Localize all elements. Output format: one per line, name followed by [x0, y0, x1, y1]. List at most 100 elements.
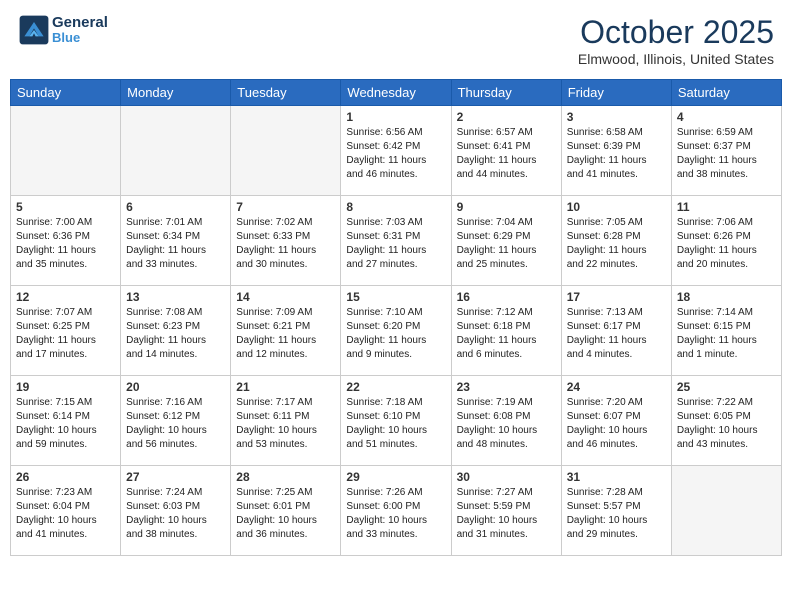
- day-info: Sunrise: 7:17 AMSunset: 6:11 PMDaylight:…: [236, 396, 335, 452]
- day-info: Sunrise: 7:12 AMSunset: 6:18 PMDaylight:…: [457, 306, 556, 362]
- calendar-cell: [11, 106, 121, 196]
- day-number: 24: [567, 380, 666, 394]
- day-number: 10: [567, 200, 666, 214]
- day-number: 5: [16, 200, 115, 214]
- day-info: Sunrise: 7:28 AMSunset: 5:57 PMDaylight:…: [567, 486, 666, 542]
- day-info: Sunrise: 6:59 AMSunset: 6:37 PMDaylight:…: [677, 126, 776, 182]
- day-number: 31: [567, 470, 666, 484]
- day-number: 27: [126, 470, 225, 484]
- calendar: SundayMondayTuesdayWednesdayThursdayFrid…: [10, 79, 782, 556]
- calendar-cell: 10 Sunrise: 7:05 AMSunset: 6:28 PMDayligh…: [561, 196, 671, 286]
- day-info: Sunrise: 7:01 AMSunset: 6:34 PMDaylight:…: [126, 216, 225, 272]
- week-row-4: 19Sunrise: 7:15 AMSunset: 6:14 PMDayligh…: [11, 376, 782, 466]
- day-number: 8: [346, 200, 445, 214]
- calendar-cell: 5 Sunrise: 7:00 AMSunset: 6:36 PMDaylight…: [11, 196, 121, 286]
- day-info: Sunrise: 7:04 AMSunset: 6:29 PMDaylight:…: [457, 216, 556, 272]
- calendar-cell: 19Sunrise: 7:15 AMSunset: 6:14 PMDayligh…: [11, 376, 121, 466]
- calendar-cell: 26 Sunrise: 7:23 AMSunset: 6:04 PMDayligh…: [11, 466, 121, 556]
- day-info: Sunrise: 7:10 AMSunset: 6:20 PMDaylight:…: [346, 306, 445, 362]
- day-number: 18: [677, 290, 776, 304]
- logo: General Blue: [18, 14, 108, 46]
- day-number: 11: [677, 200, 776, 214]
- calendar-cell: 2 Sunrise: 6:57 AMSunset: 6:41 PMDaylight…: [451, 106, 561, 196]
- day-info: Sunrise: 7:02 AMSunset: 6:33 PMDaylight:…: [236, 216, 335, 272]
- day-number: 1: [346, 110, 445, 124]
- day-info: Sunrise: 7:16 AMSunset: 6:12 PMDaylight:…: [126, 396, 225, 452]
- calendar-cell: 24Sunrise: 7:20 AMSunset: 6:07 PMDayligh…: [561, 376, 671, 466]
- calendar-cell: 23 Sunrise: 7:19 AMSunset: 6:08 PMDayligh…: [451, 376, 561, 466]
- day-number: 13: [126, 290, 225, 304]
- day-number: 16: [457, 290, 556, 304]
- calendar-cell: 25Sunrise: 7:22 AMSunset: 6:05 PMDayligh…: [671, 376, 781, 466]
- calendar-cell: 15 Sunrise: 7:10 AMSunset: 6:20 PMDayligh…: [341, 286, 451, 376]
- day-number: 2: [457, 110, 556, 124]
- day-info: Sunrise: 7:23 AMSunset: 6:04 PMDaylight:…: [16, 486, 115, 542]
- day-info: Sunrise: 7:08 AMSunset: 6:23 PMDaylight:…: [126, 306, 225, 362]
- day-number: 22: [346, 380, 445, 394]
- calendar-cell: 17 Sunrise: 7:13 AMSunset: 6:17 PMDayligh…: [561, 286, 671, 376]
- day-number: 17: [567, 290, 666, 304]
- day-number: 15: [346, 290, 445, 304]
- logo-icon: [18, 14, 50, 46]
- day-info: Sunrise: 7:26 AMSunset: 6:00 PMDaylight:…: [346, 486, 445, 542]
- calendar-cell: 18 Sunrise: 7:14 AMSunset: 6:15 PMDayligh…: [671, 286, 781, 376]
- day-number: 20: [126, 380, 225, 394]
- day-info: Sunrise: 7:03 AMSunset: 6:31 PMDaylight:…: [346, 216, 445, 272]
- day-number: 25: [677, 380, 776, 394]
- weekday-header-wednesday: Wednesday: [341, 80, 451, 106]
- day-info: Sunrise: 7:09 AMSunset: 6:21 PMDaylight:…: [236, 306, 335, 362]
- calendar-cell: 16 Sunrise: 7:12 AMSunset: 6:18 PMDayligh…: [451, 286, 561, 376]
- calendar-cell: 8 Sunrise: 7:03 AMSunset: 6:31 PMDaylight…: [341, 196, 451, 286]
- calendar-cell: 7 Sunrise: 7:02 AMSunset: 6:33 PMDaylight…: [231, 196, 341, 286]
- day-info: Sunrise: 7:06 AMSunset: 6:26 PMDaylight:…: [677, 216, 776, 272]
- day-number: 30: [457, 470, 556, 484]
- day-info: Sunrise: 6:57 AMSunset: 6:41 PMDaylight:…: [457, 126, 556, 182]
- calendar-cell: 27 Sunrise: 7:24 AMSunset: 6:03 PMDayligh…: [121, 466, 231, 556]
- day-info: Sunrise: 7:19 AMSunset: 6:08 PMDaylight:…: [457, 396, 556, 452]
- day-number: 26: [16, 470, 115, 484]
- weekday-header-row: SundayMondayTuesdayWednesdayThursdayFrid…: [11, 80, 782, 106]
- day-info: Sunrise: 7:13 AMSunset: 6:17 PMDaylight:…: [567, 306, 666, 362]
- day-info: Sunrise: 7:05 AMSunset: 6:28 PMDaylight:…: [567, 216, 666, 272]
- day-number: 6: [126, 200, 225, 214]
- weekday-header-thursday: Thursday: [451, 80, 561, 106]
- weekday-header-sunday: Sunday: [11, 80, 121, 106]
- day-info: Sunrise: 7:18 AMSunset: 6:10 PMDaylight:…: [346, 396, 445, 452]
- calendar-cell: 28Sunrise: 7:25 AMSunset: 6:01 PMDayligh…: [231, 466, 341, 556]
- day-info: Sunrise: 7:14 AMSunset: 6:15 PMDaylight:…: [677, 306, 776, 362]
- weekday-header-monday: Monday: [121, 80, 231, 106]
- day-number: 7: [236, 200, 335, 214]
- calendar-cell: 31 Sunrise: 7:28 AMSunset: 5:57 PMDayligh…: [561, 466, 671, 556]
- calendar-cell: 20 Sunrise: 7:16 AMSunset: 6:12 PMDayligh…: [121, 376, 231, 466]
- title-area: October 2025 Elmwood, Illinois, United S…: [578, 14, 774, 67]
- day-info: Sunrise: 6:56 AMSunset: 6:42 PMDaylight:…: [346, 126, 445, 182]
- day-number: 4: [677, 110, 776, 124]
- calendar-cell: 30Sunrise: 7:27 AMSunset: 5:59 PMDayligh…: [451, 466, 561, 556]
- calendar-cell: 12 Sunrise: 7:07 AMSunset: 6:25 PMDayligh…: [11, 286, 121, 376]
- day-number: 23: [457, 380, 556, 394]
- calendar-cell: 29 Sunrise: 7:26 AMSunset: 6:00 PMDayligh…: [341, 466, 451, 556]
- day-number: 29: [346, 470, 445, 484]
- week-row-1: 1 Sunrise: 6:56 AMSunset: 6:42 PMDaylight…: [11, 106, 782, 196]
- calendar-cell: 22 Sunrise: 7:18 AMSunset: 6:10 PMDayligh…: [341, 376, 451, 466]
- day-number: 3: [567, 110, 666, 124]
- weekday-header-saturday: Saturday: [671, 80, 781, 106]
- week-row-2: 5 Sunrise: 7:00 AMSunset: 6:36 PMDaylight…: [11, 196, 782, 286]
- weekday-header-friday: Friday: [561, 80, 671, 106]
- calendar-cell: [671, 466, 781, 556]
- day-info: Sunrise: 7:24 AMSunset: 6:03 PMDaylight:…: [126, 486, 225, 542]
- calendar-cell: [121, 106, 231, 196]
- day-info: Sunrise: 6:58 AMSunset: 6:39 PMDaylight:…: [567, 126, 666, 182]
- weekday-header-tuesday: Tuesday: [231, 80, 341, 106]
- day-info: Sunrise: 7:00 AMSunset: 6:36 PMDaylight:…: [16, 216, 115, 272]
- calendar-cell: 13 Sunrise: 7:08 AMSunset: 6:23 PMDayligh…: [121, 286, 231, 376]
- week-row-5: 26 Sunrise: 7:23 AMSunset: 6:04 PMDayligh…: [11, 466, 782, 556]
- day-number: 21: [236, 380, 335, 394]
- day-number: 19: [16, 380, 115, 394]
- day-number: 12: [16, 290, 115, 304]
- location-title: Elmwood, Illinois, United States: [578, 51, 774, 67]
- calendar-cell: 11 Sunrise: 7:06 AMSunset: 6:26 PMDayligh…: [671, 196, 781, 286]
- header: General Blue October 2025 Elmwood, Illin…: [10, 10, 782, 71]
- day-info: Sunrise: 7:07 AMSunset: 6:25 PMDaylight:…: [16, 306, 115, 362]
- calendar-cell: 9Sunrise: 7:04 AMSunset: 6:29 PMDaylight…: [451, 196, 561, 286]
